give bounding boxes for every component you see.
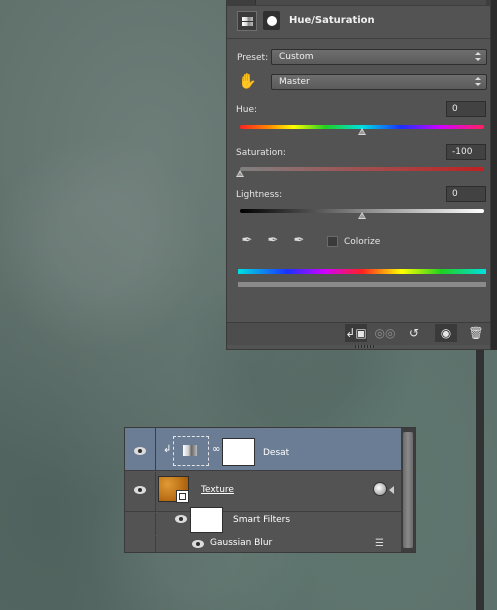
hue-saturation-icon[interactable] [237,11,257,31]
expand-arrow-icon[interactable] [389,486,394,494]
layers-panel: ↲ ∞ Desat Texture Smart Filters Gaussian… [124,427,416,553]
lightness-slider-thumb[interactable] [358,212,366,219]
blending-options-icon[interactable]: ☰ [375,538,384,549]
hue-slider-thumb[interactable] [358,128,366,135]
texture-thumbnail[interactable] [158,476,189,503]
chevron-updown-icon [474,52,481,62]
eyedropper-minus-icon[interactable]: ✒ [291,233,307,249]
colorize-checkbox[interactable] [327,236,338,247]
layer-mask-thumbnail[interactable] [222,438,255,466]
preset-label: Preset: [237,53,269,63]
lightness-label: Lightness: [236,190,283,200]
lightness-value-field[interactable]: 0 [446,186,486,202]
smart-filters-row[interactable]: Smart Filters [125,507,401,535]
preset-value: Custom [279,52,314,62]
smart-object-icon [176,490,189,503]
saturation-value-field[interactable]: -100 [446,144,486,160]
layer-row-desat[interactable]: ↲ ∞ Desat [125,428,401,471]
eye-icon[interactable] [175,515,187,523]
visibility-column [125,536,156,552]
output-color-spectrum [238,282,486,287]
canvas-edge-bar [491,0,497,350]
eye-icon[interactable] [192,540,204,548]
scrollbar-thumb[interactable] [403,432,413,548]
trash-icon[interactable]: 🗑 [465,324,487,342]
reset-icon[interactable]: ↺ [403,324,425,342]
hue-value-field[interactable]: 0 [446,101,486,117]
layer-name[interactable]: Desat [263,448,289,458]
filter-row-gaussian-blur[interactable]: Gaussian Blur ☰ [125,536,401,552]
saturation-slider-track[interactable] [240,167,484,171]
smart-filter-mask-thumbnail[interactable] [190,507,223,533]
mask-icon[interactable] [263,11,280,30]
visibility-column [125,428,156,470]
hue-label: Hue: [236,105,258,115]
divider [227,38,490,39]
eye-icon[interactable]: ◉ [435,324,457,342]
properties-panel: Hue/Saturation Preset: Custom ✋ Master H… [226,0,491,350]
layers-scrollbar[interactable] [401,428,415,552]
canvas-edge-bar [476,350,484,610]
chevron-updown-icon [474,77,481,87]
clip-to-layer-icon[interactable]: ↲▣ [345,324,367,342]
eyedropper-icon[interactable]: ✒ [239,233,255,249]
eye-icon[interactable] [134,447,146,455]
panel-title: Hue/Saturation [289,15,375,26]
preset-dropdown[interactable]: Custom [271,49,487,65]
link-icon[interactable]: ∞ [212,444,220,455]
hand-icon[interactable]: ✋ [238,72,257,90]
channel-value: Master [279,77,310,87]
smart-filter-badge-icon[interactable] [373,482,387,496]
visibility-column [125,472,156,511]
eyedropper-plus-icon[interactable]: ✒ [265,233,281,249]
saturation-slider-thumb[interactable] [236,170,244,177]
adjustment-layer-thumbnail[interactable] [173,436,209,466]
channel-dropdown[interactable]: Master [271,74,487,90]
panel-tab-bar[interactable] [255,0,486,5]
visibility-column [125,513,156,535]
eye-icon[interactable] [134,486,146,494]
view-previous-icon[interactable]: ◎◎ [374,324,396,342]
layer-row-texture[interactable]: Texture [125,472,401,512]
layer-name[interactable]: Texture [201,485,234,495]
resize-grip[interactable] [355,345,375,348]
smart-filters-label[interactable]: Smart Filters [233,515,290,525]
colorize-label: Colorize [344,237,381,247]
input-color-spectrum [238,269,486,274]
clip-arrow-icon: ↲ [163,444,172,455]
filter-name[interactable]: Gaussian Blur [210,538,272,548]
saturation-label: Saturation: [236,148,286,158]
